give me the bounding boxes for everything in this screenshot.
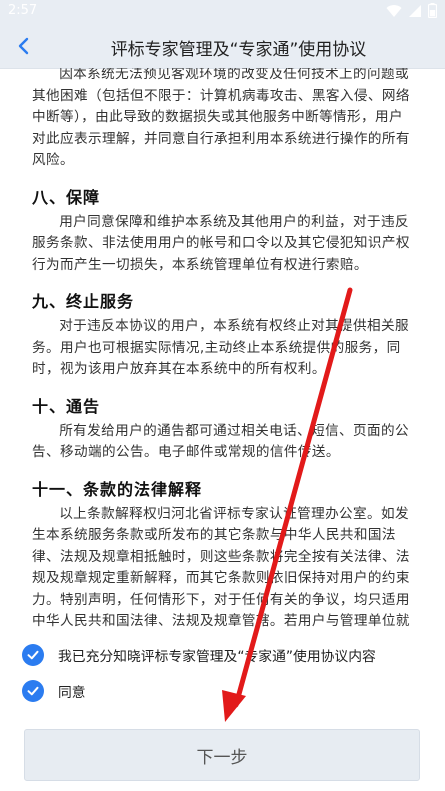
acknowledge-checkbox-label: 我已充分知晓评标专家管理及“专家通”使用协议内容 [58,649,376,665]
agreement-scroll-area[interactable]: 因本系统无法预见客观环境的改变及任何技术上的问题或其他困难（包括但不限于：计算机… [0,68,445,628]
next-step-button[interactable]: 下一步 [24,729,420,781]
page-title: 评标专家管理及“专家通”使用协议 [110,40,367,60]
acknowledge-checkbox-row[interactable]: 我已充分知晓评标专家管理及“专家通”使用协议内容 [22,643,376,667]
app-bar: 评标专家管理及“专家通”使用协议 [0,24,445,69]
section-heading-guarantee: 八、保障 [32,187,101,207]
section-body-termination: 对于违反本协议的用户，本系统有权终止对其提供相关服务。用户也可根据实际情况,主动… [32,318,410,377]
acknowledge-checkbox[interactable] [22,644,44,666]
status-bar: 2:57 [0,0,445,24]
status-icons [386,3,437,18]
section-body-legal-interpretation: 以上条款解释权归河北省评标专家认证管理办公室。如发生本系统服务条款或所发布的其它… [32,505,410,629]
section-heading-legal-interpretation: 十一、条款的法律解释 [32,479,203,499]
signal-icon [409,4,421,17]
agree-checkbox-label: 同意 [58,685,86,701]
status-time: 2:57 [8,3,38,18]
agreement-intro-paragraph: 因本系统无法预见客观环境的改变及任何技术上的问题或其他困难（包括但不限于：计算机… [32,68,410,168]
battery-icon [428,3,437,18]
agree-checkbox-row[interactable]: 同意 [22,679,86,703]
section-body-notice: 所有发给用户的通告都可通过相关电话、短信、页面的公告、移动端的公告。电子邮件或常… [32,422,410,461]
section-heading-notice: 十、通告 [32,396,101,416]
wifi-icon [386,4,402,17]
checkmark-icon [27,686,39,696]
chevron-left-icon[interactable] [12,34,36,58]
section-body-guarantee: 用户同意保障和维护本系统及其他用户的利益，对于违反服务条款、非法使用用户的帐号和… [32,213,410,273]
checkmark-icon [27,650,39,660]
section-heading-termination: 九、终止服务 [32,292,135,311]
agree-checkbox[interactable] [22,680,44,702]
